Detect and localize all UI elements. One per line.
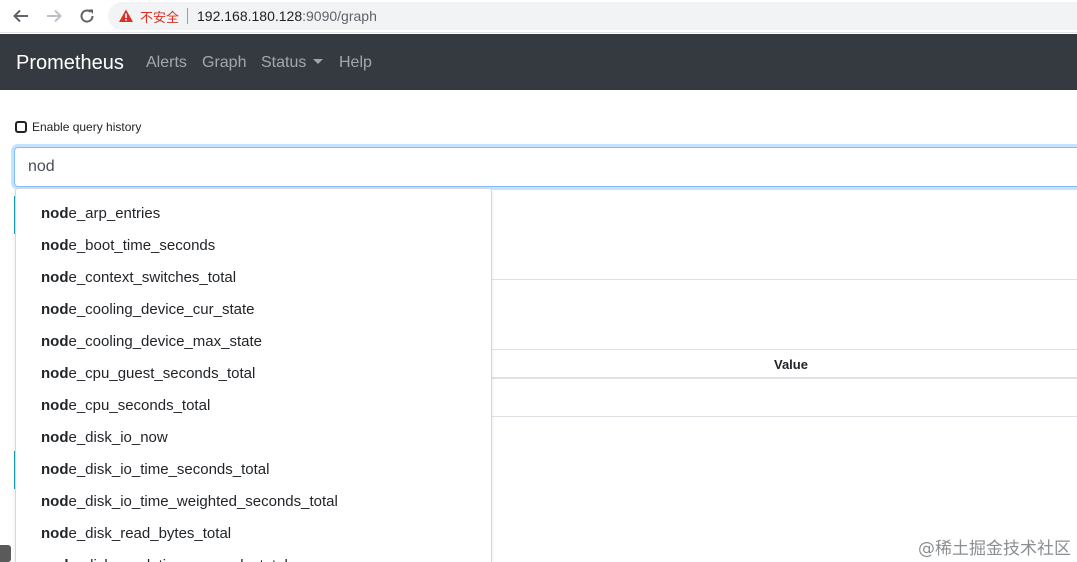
autocomplete-match: nod <box>41 205 69 222</box>
autocomplete-rest: e_boot_time_seconds <box>68 237 216 254</box>
expression-input[interactable]: nod <box>14 147 1077 187</box>
autocomplete-rest: e_cpu_guest_seconds_total <box>68 365 256 382</box>
query-history-checkbox[interactable] <box>15 121 27 133</box>
address-separator <box>187 8 189 24</box>
table-bottom-border <box>492 416 1077 417</box>
autocomplete-rest: e_cooling_device_cur_state <box>68 301 255 318</box>
autocomplete-match: nod <box>41 461 69 478</box>
autocomplete-rest: e_disk_io_time_weighted_seconds_total <box>68 493 338 510</box>
brand-link[interactable]: Prometheus <box>16 51 124 75</box>
back-button[interactable] <box>8 4 34 28</box>
caret-down-icon <box>313 59 324 64</box>
autocomplete-rest: e_disk_read_time_seconds_total <box>69 557 288 562</box>
table-header-border <box>492 377 1077 379</box>
autocomplete-item[interactable]: node_boot_time_seconds <box>41 230 215 262</box>
autocomplete-item[interactable]: node_disk_io_now <box>41 422 168 454</box>
autocomplete-dropdown: node_arp_entries node_boot_time_seconds … <box>15 188 492 562</box>
autocomplete-item[interactable]: node_cooling_device_max_state <box>41 326 262 358</box>
arrow-right-icon <box>47 9 62 23</box>
autocomplete-match: nod <box>41 269 69 286</box>
autocomplete-match: nod <box>41 525 69 542</box>
autocomplete-match: nod <box>41 301 69 318</box>
autocomplete-rest: e_arp_entries <box>68 205 161 222</box>
autocomplete-item[interactable]: node_cpu_guest_seconds_total <box>41 358 255 390</box>
autocomplete-match: nod <box>41 557 69 562</box>
autocomplete-match: nod <box>41 237 69 254</box>
autocomplete-match: nod <box>41 493 69 510</box>
watermark: @稀土掘金技术社区 <box>918 539 1071 559</box>
query-history-label: Enable query history <box>32 120 142 134</box>
autocomplete-item[interactable]: node_disk_read_bytes_total <box>41 518 231 550</box>
autocomplete-rest: e_context_switches_total <box>68 269 237 286</box>
panel-divider <box>492 279 1077 280</box>
autocomplete-item[interactable]: node_cooling_device_cur_state <box>41 294 254 326</box>
autocomplete-rest: e_disk_io_time_seconds_total <box>68 461 270 478</box>
nav-graph[interactable]: Graph <box>202 53 246 73</box>
autocomplete-match: nod <box>41 429 69 446</box>
forward-button[interactable] <box>41 4 67 28</box>
address-bar[interactable]: 不安全 192.168.180.128:9090/graph <box>108 2 1077 30</box>
insecure-label[interactable]: 不安全 <box>140 7 179 26</box>
autocomplete-match: nod <box>41 365 69 382</box>
table-top-border <box>492 349 1077 350</box>
autocomplete-item[interactable]: node_cpu_seconds_total <box>41 390 210 422</box>
autocomplete-match: nod <box>41 333 69 350</box>
autocomplete-rest: e_cpu_seconds_total <box>68 397 211 414</box>
autocomplete-item[interactable]: node_disk_io_time_seconds_total <box>41 454 269 486</box>
autocomplete-rest: e_disk_read_bytes_total <box>68 525 232 542</box>
scrollbar-handle[interactable] <box>0 545 11 562</box>
autocomplete-item[interactable]: node_arp_entries <box>41 198 160 230</box>
url-path: :9090/graph <box>302 8 377 24</box>
nav-alerts[interactable]: Alerts <box>146 53 187 73</box>
autocomplete-item[interactable]: node_disk_io_time_weighted_seconds_total <box>41 486 338 518</box>
autocomplete-rest: e_cooling_device_max_state <box>68 333 262 350</box>
nav-help[interactable]: Help <box>339 53 372 73</box>
nav-status[interactable]: Status <box>261 53 324 73</box>
reload-icon <box>80 9 94 23</box>
reload-button[interactable] <box>74 4 100 28</box>
table-value-header: Value <box>774 357 808 372</box>
warning-icon <box>118 8 134 24</box>
url-host: 192.168.180.128 <box>197 8 303 24</box>
autocomplete-match: nod <box>41 397 69 414</box>
autocomplete-rest: e_disk_io_now <box>68 429 168 446</box>
query-history-toggle[interactable]: Enable query history <box>15 120 141 134</box>
nav-status-label: Status <box>261 54 307 71</box>
arrow-left-icon <box>13 9 28 23</box>
navbar: Prometheus Alerts Graph Status Help <box>0 34 1077 90</box>
browser-toolbar: 不安全 192.168.180.128:9090/graph <box>0 0 1077 33</box>
autocomplete-item[interactable]: node_context_switches_total <box>41 262 236 294</box>
autocomplete-item[interactable]: node_disk_read_time_seconds_total <box>41 550 288 562</box>
